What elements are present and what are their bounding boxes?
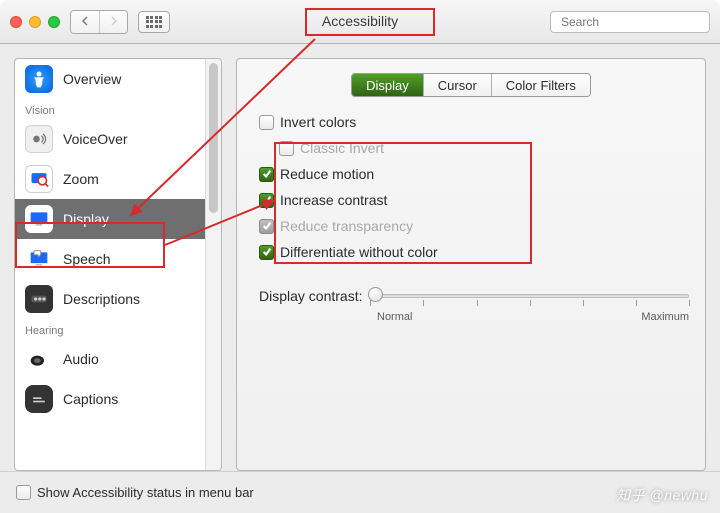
content-pane: Display Cursor Color Filters Invert colo… (236, 58, 706, 471)
display-icon (25, 205, 53, 233)
titlebar: Accessibility (0, 0, 720, 44)
tab-display[interactable]: Display (352, 74, 423, 96)
footer: Show Accessibility status in menu bar (0, 471, 720, 513)
checkbox-increase-contrast[interactable]: Increase contrast (259, 189, 689, 211)
sidebar: Overview Vision VoiceOver Zoom Display (14, 58, 222, 471)
tab-color-filters[interactable]: Color Filters (491, 74, 590, 96)
sidebar-scrollbar[interactable] (205, 59, 221, 470)
search-input[interactable] (561, 15, 716, 29)
search-field[interactable] (550, 11, 710, 33)
checkbox-invert-colors[interactable]: Invert colors (259, 111, 689, 133)
grid-icon (146, 16, 163, 28)
overview-icon (25, 65, 53, 93)
tab-cursor[interactable]: Cursor (423, 74, 491, 96)
display-tabs: Display Cursor Color Filters (351, 73, 591, 97)
checkbox-icon (16, 485, 31, 500)
maximize-button[interactable] (48, 16, 60, 28)
checkbox-reduce-transparency: Reduce transparency (259, 215, 689, 237)
voiceover-icon (25, 125, 53, 153)
checkbox-label: Show Accessibility status in menu bar (37, 485, 254, 500)
checkbox-classic-invert: Classic Invert (259, 137, 689, 159)
minimize-button[interactable] (29, 16, 41, 28)
show-all-button[interactable] (138, 11, 170, 33)
sidebar-item-label: Display (63, 211, 109, 227)
sidebar-item-speech[interactable]: Speech (15, 239, 205, 279)
audio-icon (25, 345, 53, 373)
display-contrast-area: Display contrast: Normal Maximum (253, 285, 689, 323)
forward-button[interactable] (99, 11, 127, 33)
window-controls (10, 16, 60, 28)
sidebar-item-label: Speech (63, 251, 110, 267)
display-options: Invert colors Classic Invert Reduce moti… (253, 111, 689, 263)
sidebar-item-descriptions[interactable]: Descriptions (15, 279, 205, 319)
sidebar-item-audio[interactable]: Audio (15, 339, 205, 379)
sidebar-item-label: Overview (63, 71, 121, 87)
checkbox-label: Reduce motion (280, 166, 374, 182)
checkbox-label: Increase contrast (280, 192, 387, 208)
captions-icon (25, 385, 53, 413)
sidebar-item-label: Descriptions (63, 291, 140, 307)
sidebar-item-label: Zoom (63, 171, 99, 187)
checkbox-icon (259, 115, 274, 130)
slider-thumb[interactable] (368, 287, 383, 302)
zoom-icon (25, 165, 53, 193)
sidebar-item-label: Captions (63, 391, 118, 407)
slider-track (370, 294, 689, 298)
checkbox-label: Differentiate without color (280, 244, 438, 260)
sidebar-group-hearing: Hearing (15, 319, 205, 339)
sidebar-item-overview[interactable]: Overview (15, 59, 205, 99)
sidebar-item-display[interactable]: Display (15, 199, 205, 239)
back-button[interactable] (71, 11, 99, 33)
watermark: 知乎 @newhu (616, 485, 708, 505)
window-title-wrap: Accessibility (180, 13, 540, 31)
checkbox-reduce-motion[interactable]: Reduce motion (259, 163, 689, 185)
display-contrast-slider[interactable] (370, 285, 689, 307)
checkbox-label: Reduce transparency (280, 218, 413, 234)
sidebar-item-label: VoiceOver (63, 131, 128, 147)
sidebar-item-label: Audio (63, 351, 99, 367)
sidebar-item-voiceover[interactable]: VoiceOver (15, 119, 205, 159)
checkbox-label: Invert colors (280, 114, 356, 130)
checkbox-icon (259, 193, 274, 208)
slider-max-label: Maximum (641, 311, 689, 323)
checkbox-icon (259, 167, 274, 182)
slider-min-label: Normal (377, 311, 412, 323)
slider-label: Display contrast: (259, 288, 362, 304)
nav-back-forward (70, 10, 128, 34)
speech-icon (25, 245, 53, 273)
checkbox-icon (259, 219, 274, 234)
checkbox-icon (259, 245, 274, 260)
sidebar-item-zoom[interactable]: Zoom (15, 159, 205, 199)
close-button[interactable] (10, 16, 22, 28)
checkbox-label: Classic Invert (300, 140, 384, 156)
checkbox-differentiate-without-color[interactable]: Differentiate without color (259, 241, 689, 263)
scroll-thumb[interactable] (209, 63, 218, 213)
checkbox-icon (279, 141, 294, 156)
descriptions-icon (25, 285, 53, 313)
sidebar-group-vision: Vision (15, 99, 205, 119)
window-title: Accessibility (276, 10, 444, 32)
sidebar-item-captions[interactable]: Captions (15, 379, 205, 419)
checkbox-show-accessibility-status[interactable]: Show Accessibility status in menu bar (16, 482, 254, 504)
